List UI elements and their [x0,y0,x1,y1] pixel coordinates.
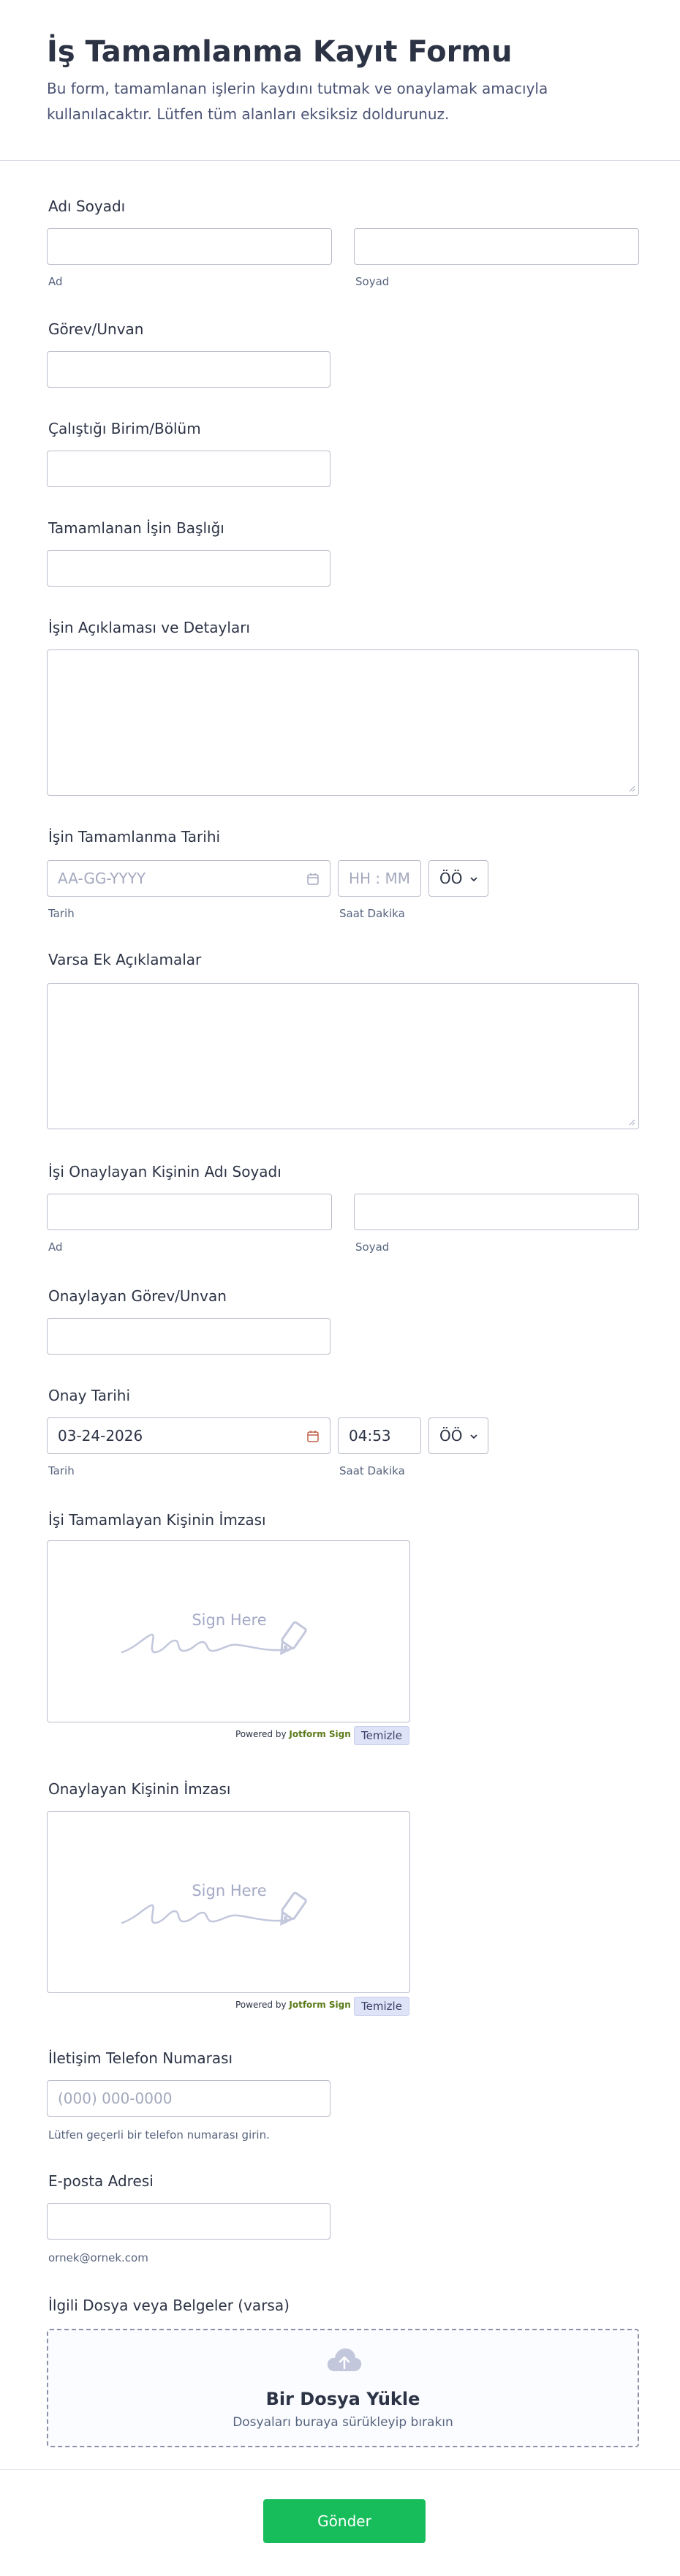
job-details-textarea[interactable] [47,649,639,796]
approval-date-input[interactable]: 03-24-2026 [47,1417,330,1454]
last-name-sublabel: Soyad [355,275,390,288]
email-help-text: ornek@ornek.com [48,2251,148,2264]
email-label: E-posta Adresi [48,2172,154,2190]
approval-date-sublabel: Tarih [48,1464,75,1477]
completion-ampm-value: ÖÖ [439,870,463,887]
completion-date-sublabel: Tarih [48,907,75,920]
last-name-input[interactable] [354,228,639,265]
approver-signature-pad[interactable]: Sign Here [47,1811,410,1993]
powered-by-brand: Jotform Sign [289,2000,351,2010]
phone-label: İletişim Telefon Numarası [48,2049,233,2067]
sign-here-text: Sign Here [192,1611,267,1629]
worker-signature-pad[interactable]: Sign Here [47,1540,410,1722]
approval-ampm-value: ÖÖ [439,1427,463,1445]
completion-ampm-select[interactable]: ÖÖ [428,860,488,897]
approver-position-label: Onaylayan Görev/Unvan [48,1287,227,1305]
first-name-input[interactable] [47,228,332,265]
department-input[interactable] [47,451,330,487]
resize-handle-icon[interactable] [628,785,635,792]
powered-by-jotform-sign: Powered by Jotform Sign [235,2000,351,2010]
file-upload-dropzone[interactable]: Bir Dosya Yükle Dosyaları buraya sürükle… [47,2329,639,2447]
approver-last-name-sublabel: Soyad [355,1240,390,1254]
first-name-sublabel: Ad [48,275,63,288]
completion-date-label: İşin Tamamlanma Tarihi [48,828,221,846]
extra-notes-textarea[interactable] [47,983,639,1129]
chevron-down-icon [470,1434,477,1439]
approval-time-sublabel: Saat Dakika [339,1464,405,1477]
email-input[interactable] [47,2203,330,2240]
powered-by-prefix: Powered by [235,2000,287,2010]
approver-name-label: İşi Onaylayan Kişinin Adı Soyadı [48,1163,282,1180]
calendar-icon[interactable] [306,873,320,886]
files-label: İlgili Dosya veya Belgeler (varsa) [48,2297,290,2314]
submit-button[interactable]: Gönder [263,2499,426,2543]
chevron-down-icon [470,877,477,882]
approval-date-label: Onay Tarihi [48,1387,131,1404]
completion-date-placeholder: AA-GG-YYYY [58,870,146,887]
upload-subtitle: Dosyaları buraya sürükleyip bırakın [233,2415,453,2430]
position-input[interactable] [47,351,330,388]
completion-date-input[interactable]: AA-GG-YYYY [47,860,330,897]
sign-here-text: Sign Here [192,1882,267,1899]
completion-time-sublabel: Saat Dakika [339,907,405,920]
approver-position-input[interactable] [47,1318,330,1355]
department-label: Çalıştığı Birim/Bölüm [48,420,201,437]
approver-first-name-sublabel: Ad [48,1240,63,1254]
approval-ampm-select[interactable]: ÖÖ [428,1417,488,1454]
form-header: İş Tamamlanma Kayıt Formu Bu form, tamam… [0,0,680,161]
powered-by-prefix: Powered by [235,1729,287,1739]
clear-worker-signature-button[interactable]: Temizle [354,1726,409,1745]
phone-input[interactable]: (000) 000-0000 [47,2080,330,2117]
approval-date-value: 03-24-2026 [58,1427,143,1445]
job-details-label: İşin Açıklaması ve Detayları [48,619,250,636]
job-title-input[interactable] [47,550,330,587]
completion-time-input[interactable]: HH : MM [338,860,421,897]
phone-help-text: Lütfen geçerli bir telefon numarası giri… [48,2128,270,2142]
form-footer: Gönder [0,2469,680,2576]
cloud-upload-icon [327,2348,362,2371]
full-name-label: Adı Soyadı [48,197,126,215]
job-title-label: Tamamlanan İşin Başlığı [48,519,224,537]
extra-notes-label: Varsa Ek Açıklamalar [48,951,202,968]
approver-first-name-input[interactable] [47,1194,332,1230]
powered-by-jotform-sign: Powered by Jotform Sign [235,1729,351,1739]
resize-handle-icon[interactable] [628,1118,635,1126]
worker-signature-label: İşi Tamamlayan Kişinin İmzası [48,1511,266,1529]
clear-approver-signature-button[interactable]: Temizle [354,1997,409,2016]
form-title: İş Tamamlanma Kayıt Formu [47,35,513,69]
powered-by-brand: Jotform Sign [289,1729,351,1739]
approval-time-input[interactable]: 04:53 [338,1417,421,1454]
upload-title: Bir Dosya Yükle [265,2389,420,2409]
approver-signature-label: Onaylayan Kişinin İmzası [48,1780,231,1798]
position-label: Görev/Unvan [48,320,144,338]
approver-last-name-input[interactable] [354,1194,639,1230]
calendar-icon[interactable] [306,1430,320,1443]
form-description: Bu form, tamamlanan işlerin kaydını tutm… [47,80,548,123]
